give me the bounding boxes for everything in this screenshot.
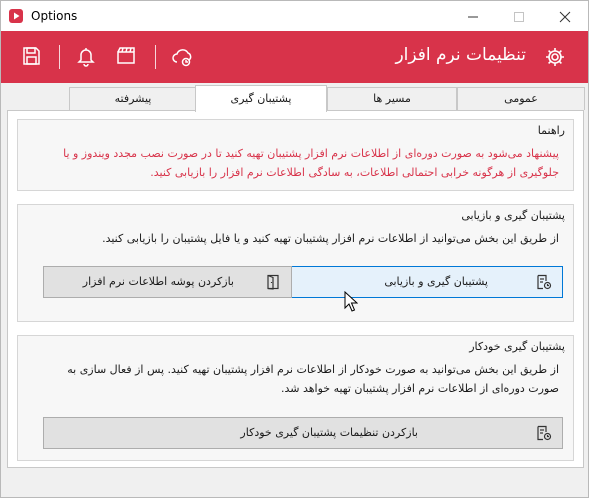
guide-text-line2: جلوگیری از هرگونه خرابی احتمالی اطلاعات،… [150,166,559,179]
tab-paths[interactable]: مسیر ها [327,87,457,110]
tab-general[interactable]: عمومی [457,87,585,110]
minimize-icon [468,16,478,18]
mouse-cursor-icon [344,291,358,312]
auto-backup-settings-button[interactable]: بازکردن تنظیمات پشتیبان گیری خودکار [43,417,563,449]
auto-backup-settings-label: بازکردن تنظیمات پشتیبان گیری خودکار [240,426,418,439]
open-data-folder-button[interactable]: بازکردن پوشه اطلاعات نرم افزار [43,266,292,298]
minimize-button[interactable] [450,1,496,31]
save-icon[interactable] [20,45,42,67]
auto-backup-title: پشتیبان گیری خودکار [469,340,565,353]
guide-text-line1: پیشنهاد می‌شود به صورت دوره‌ای از اطلاعا… [63,147,559,160]
backup-panel: پشتیبان گیری و بازیابی از طریق این بخش م… [17,204,574,322]
tab-label: پیشرفته [114,92,152,105]
page-title: تنظیمات نرم افزار [395,45,526,65]
auto-backup-panel: پشتیبان گیری خودکار از طریق این بخش می‌ت… [17,335,574,461]
app-icon [9,9,23,23]
tab-content: راهنما پیشنهاد می‌شود به صورت دوره‌ای از… [7,110,584,468]
auto-backup-text-line1: از طریق این بخش می‌توانید به صورت خودکار… [67,363,559,376]
title-bar[interactable]: Options [1,1,588,31]
backup-description: از طریق این بخش می‌توانید از اطلاعات نرم… [102,232,559,245]
cloud-sync-icon[interactable] [171,45,193,67]
backup-restore-button[interactable]: پشتیبان گیری و بازیابی [289,266,563,298]
toolbar-separator [155,45,156,69]
tab-label: پشتیبان گیری [230,92,292,105]
tab-backup[interactable]: پشتیبان گیری [195,85,327,112]
toolbar-separator [59,45,60,69]
maximize-icon [514,12,524,22]
door-icon [267,274,279,290]
guide-title: راهنما [537,124,565,137]
open-data-folder-label: بازکردن پوشه اطلاعات نرم افزار [82,275,234,288]
backup-file-icon [537,274,552,290]
backup-title: پشتیبان گیری و بازیابی [461,209,565,222]
close-button[interactable] [542,1,588,31]
tab-label: عمومی [504,92,538,105]
options-window: Options تنظیمات نرم افزار پیشرفته پشتیبا… [0,0,589,498]
close-icon [559,11,571,23]
guide-panel: راهنما پیشنهاد می‌شود به صورت دوره‌ای از… [17,119,574,191]
window-title: Options [31,9,78,23]
header-bar: تنظیمات نرم افزار [1,31,588,83]
tab-label: مسیر ها [373,92,411,105]
backup-file-icon [537,425,552,441]
backup-restore-label: پشتیبان گیری و بازیابی [384,275,488,288]
maximize-button [496,1,542,31]
clapper-icon[interactable] [115,45,137,67]
tab-strip: پیشرفته پشتیبان گیری مسیر ها عمومی [69,85,585,112]
auto-backup-text-line2: صورت دوره‌ای از اطلاعات نرم افزار پشتیبا… [280,382,559,395]
bell-icon[interactable] [75,45,97,67]
gear-icon [546,48,564,66]
tab-advanced[interactable]: پیشرفته [69,87,197,110]
